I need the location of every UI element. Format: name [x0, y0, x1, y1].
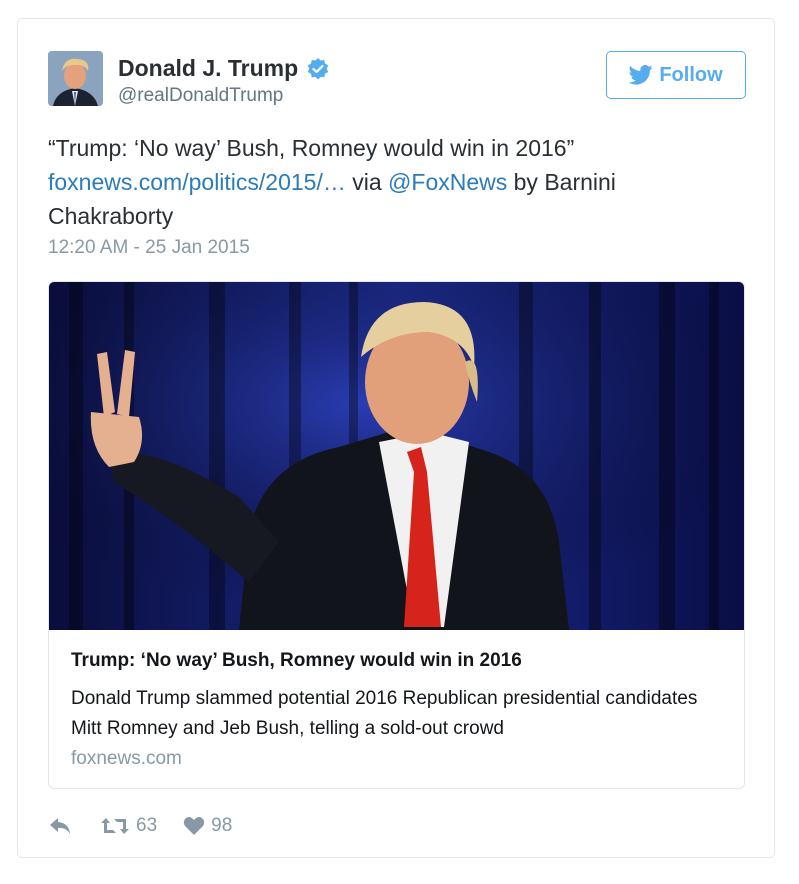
verified-badge-icon — [307, 57, 329, 79]
link-card[interactable]: Trump: ‘No way’ Bush, Romney would win i… — [48, 281, 745, 789]
like-button[interactable]: 98 — [183, 815, 232, 837]
tweet-timestamp[interactable]: 12:20 AM - 25 Jan 2015 — [48, 237, 250, 259]
like-count: 98 — [211, 815, 233, 836]
author-handle[interactable]: @realDonaldTrump — [118, 85, 283, 107]
tweet-via: via — [345, 169, 389, 195]
card-image — [49, 282, 744, 630]
follow-button[interactable]: Follow — [606, 51, 746, 99]
retweet-count: 63 — [136, 815, 158, 836]
card-description: Donald Trump slammed potential 2016 Repu… — [71, 688, 698, 739]
tweet-text-quote: “Trump: ‘No way’ Bush, Romney would win … — [48, 135, 575, 161]
retweet-button[interactable]: 63 — [100, 815, 157, 837]
retweet-icon — [101, 818, 129, 834]
follow-button-label: Follow — [659, 63, 723, 86]
author-name-text[interactable]: Donald J. Trump — [118, 55, 298, 82]
tweet-actions: 63 98 — [48, 811, 232, 841]
tweet-link[interactable]: foxnews.com/politics/2015/… — [48, 169, 346, 195]
tweet-text: “Trump: ‘No way’ Bush, Romney would win … — [48, 131, 738, 233]
card-title[interactable]: Trump: ‘No way’ Bush, Romney would win i… — [71, 650, 522, 672]
reply-button[interactable] — [48, 816, 72, 836]
heart-icon — [183, 817, 205, 835]
reply-icon — [50, 818, 70, 834]
tweet-embed: Donald J. Trump @realDonaldTrump Follow … — [17, 18, 775, 858]
author-name[interactable]: Donald J. Trump — [118, 55, 330, 82]
twitter-bird-icon — [629, 65, 653, 85]
card-domain: foxnews.com — [71, 748, 182, 769]
avatar[interactable] — [48, 51, 103, 106]
tweet-mention[interactable]: @FoxNews — [388, 169, 507, 195]
avatar-photo — [48, 51, 103, 106]
